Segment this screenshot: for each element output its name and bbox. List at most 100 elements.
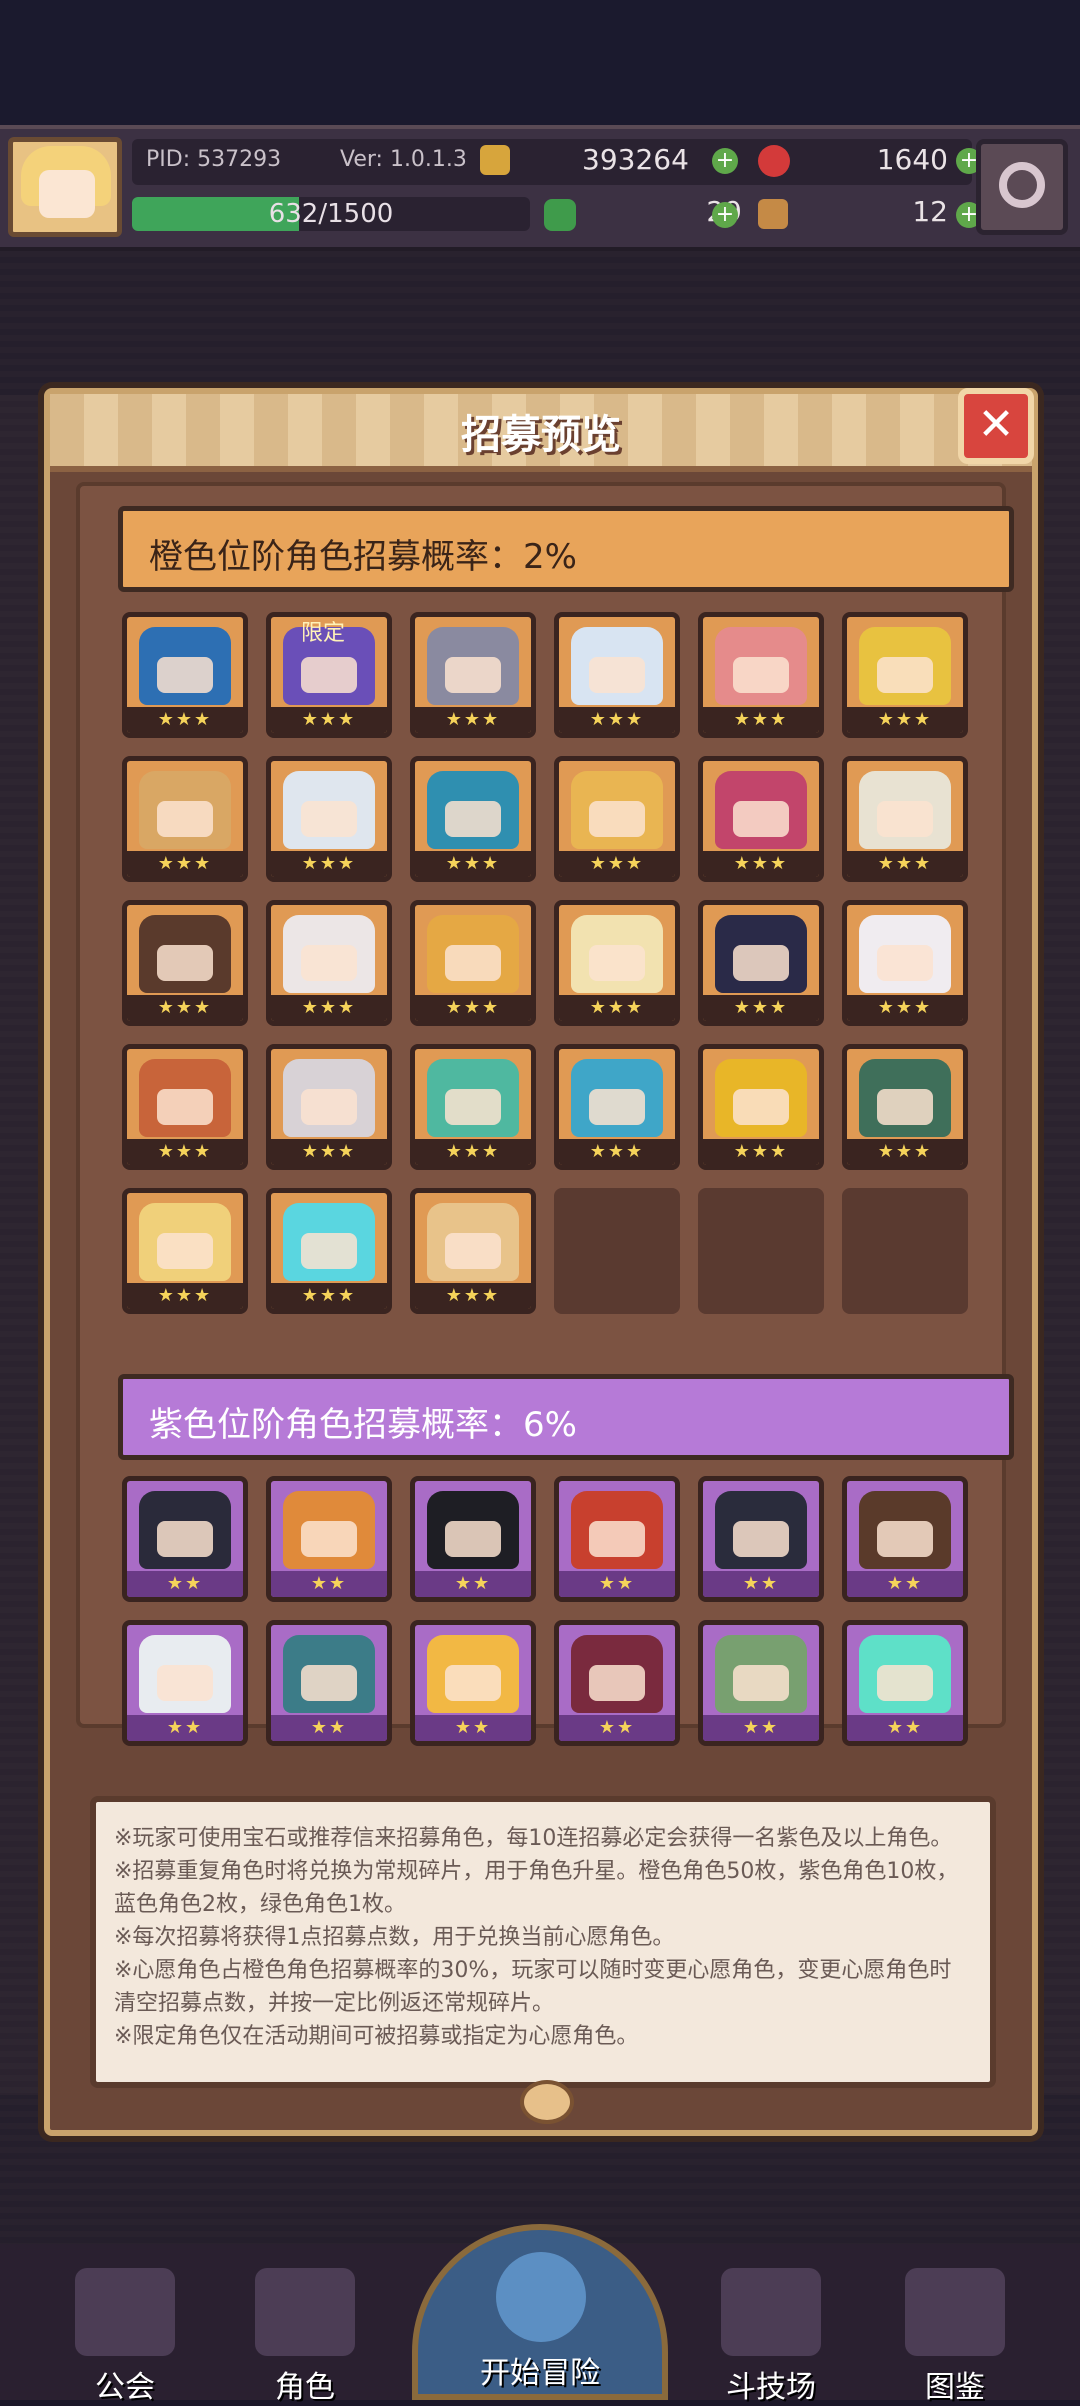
gem-icon: [758, 145, 790, 177]
purple-character-card[interactable]: ★★: [410, 1476, 536, 1602]
purple-character-card[interactable]: ★★: [698, 1620, 824, 1746]
purple-character-card[interactable]: ★★: [266, 1476, 392, 1602]
purple-character-card[interactable]: ★★: [554, 1476, 680, 1602]
star-rating: ★★★: [127, 707, 243, 733]
orange-character-card[interactable]: ★★★: [410, 900, 536, 1026]
character-face: [589, 801, 645, 837]
nav-guild[interactable]: 公会: [30, 2254, 220, 2405]
dialog-title: 招募预览: [461, 412, 621, 458]
character-face: [877, 657, 933, 693]
star-rating: ★★: [271, 1715, 387, 1741]
star-rating: ★★★: [415, 995, 531, 1021]
add-coins-button[interactable]: +: [712, 148, 738, 174]
purple-rate-banner: 紫色位阶角色招募概率：6%: [118, 1374, 1014, 1460]
orange-character-card[interactable]: ★★★: [122, 756, 248, 882]
star-rating: ★★★: [127, 1283, 243, 1309]
nav-label: 公会: [95, 2370, 155, 2405]
character-face: [733, 945, 789, 981]
orange-character-card[interactable]: ★★★: [122, 1188, 248, 1314]
orange-character-card[interactable]: ★★★: [410, 1044, 536, 1170]
orange-character-card[interactable]: ★★★: [698, 612, 824, 738]
purple-character-card[interactable]: ★★: [122, 1476, 248, 1602]
orange-character-card[interactable]: ★★★: [554, 900, 680, 1026]
orange-character-card[interactable]: ★★★: [698, 756, 824, 882]
purple-character-card[interactable]: ★★: [842, 1620, 968, 1746]
star-rating: ★★: [127, 1571, 243, 1597]
empty-character-slot: [554, 1188, 680, 1314]
character-face: [733, 1521, 789, 1557]
purple-character-card[interactable]: ★★: [410, 1620, 536, 1746]
nav-codex[interactable]: 图鉴: [860, 2254, 1050, 2405]
character-face: [301, 1521, 357, 1557]
status-bar: PID: 537293 Ver: 1.0.1.3 393264 + 1640 +…: [0, 125, 1080, 251]
settings-button[interactable]: [976, 139, 1068, 235]
star-rating: ★★★: [127, 851, 243, 877]
rule-note: ※每次招募将获得1点招募点数，用于兑换当前心愿角色。: [114, 1925, 675, 1950]
character-face: [877, 1089, 933, 1125]
orange-character-card[interactable]: ★★★: [842, 1044, 968, 1170]
character-face: [445, 1665, 501, 1701]
orange-character-card[interactable]: ★★★: [842, 900, 968, 1026]
rule-note: ※招募重复角色时将兑换为常规碎片，用于角色升星。橙色角色50枚，紫色角色10枚，…: [114, 1859, 959, 1917]
experience-text: 632/1500: [268, 199, 394, 229]
purple-character-card[interactable]: ★★: [842, 1476, 968, 1602]
purple-character-card[interactable]: ★★: [554, 1620, 680, 1746]
character-face: [301, 945, 357, 981]
character-face: [877, 801, 933, 837]
orange-character-card[interactable]: ★★★: [842, 612, 968, 738]
star-rating: ★★: [127, 1715, 243, 1741]
character-list-panel[interactable]: 橙色位阶角色招募概率：2% ★★★ ★★★ 限定 ★★★ ★★★ ★★★ ★★★ ★★★ ★★★…: [76, 482, 1014, 1746]
orange-character-card[interactable]: ★★★: [122, 1044, 248, 1170]
orange-character-card[interactable]: ★★★: [554, 756, 680, 882]
purple-character-card[interactable]: ★★: [698, 1476, 824, 1602]
orange-character-card[interactable]: ★★★: [842, 756, 968, 882]
star-rating: ★★★: [847, 851, 963, 877]
nav-label: 角色: [275, 2370, 335, 2405]
gear-icon: [999, 162, 1045, 208]
orange-character-card[interactable]: ★★★: [122, 900, 248, 1026]
orange-character-card[interactable]: ★★★: [698, 900, 824, 1026]
nav-start-adventure[interactable]: 开始冒险: [412, 2224, 668, 2400]
orange-character-card[interactable]: ★★★: [122, 612, 248, 738]
orange-character-card[interactable]: ★★★: [410, 1188, 536, 1314]
player-avatar[interactable]: [8, 137, 122, 237]
nav-arena[interactable]: 斗技场: [676, 2254, 866, 2405]
star-rating: ★★★: [559, 995, 675, 1021]
nav-label: 斗技场: [726, 2370, 816, 2405]
empty-character-slot: [698, 1188, 824, 1314]
nav-character[interactable]: 角色: [210, 2254, 400, 2405]
orange-character-card[interactable]: ★★★: [554, 612, 680, 738]
orange-character-card[interactable]: ★★★: [266, 756, 392, 882]
star-rating: ★★: [703, 1571, 819, 1597]
close-button[interactable]: ✕: [958, 388, 1034, 464]
character-face: [157, 801, 213, 837]
add-clovers-button[interactable]: +: [712, 202, 738, 228]
orange-rate-text: 橙色位阶角色招募概率：2%: [149, 537, 577, 577]
orange-character-card[interactable]: ★★★: [266, 900, 392, 1026]
ticket-count: 12: [912, 195, 948, 228]
character-icon: [255, 2268, 355, 2356]
character-face: [589, 1665, 645, 1701]
orange-character-card[interactable]: ★★★ 限定: [266, 612, 392, 738]
character-face: [877, 1521, 933, 1557]
limited-tag: 限定: [301, 621, 346, 646]
orange-rate-banner: 橙色位阶角色招募概率：2%: [118, 506, 1014, 592]
orange-character-card[interactable]: ★★★: [266, 1188, 392, 1314]
character-face: [589, 1521, 645, 1557]
orange-character-card[interactable]: ★★★: [554, 1044, 680, 1170]
star-rating: ★★★: [847, 995, 963, 1021]
orange-character-card[interactable]: ★★★: [410, 756, 536, 882]
avatar-face: [39, 170, 95, 218]
orange-character-card[interactable]: ★★★: [698, 1044, 824, 1170]
star-rating: ★★★: [703, 707, 819, 733]
coin-count: 393264: [582, 143, 689, 176]
purple-character-card[interactable]: ★★: [122, 1620, 248, 1746]
star-rating: ★★★: [271, 1283, 387, 1309]
star-rating: ★★: [847, 1715, 963, 1741]
ticket-icon: [758, 199, 788, 229]
purple-character-card[interactable]: ★★: [266, 1620, 392, 1746]
orange-character-card[interactable]: ★★★: [266, 1044, 392, 1170]
star-rating: ★★★: [271, 707, 387, 733]
orange-character-card[interactable]: ★★★: [410, 612, 536, 738]
character-face: [301, 1665, 357, 1701]
